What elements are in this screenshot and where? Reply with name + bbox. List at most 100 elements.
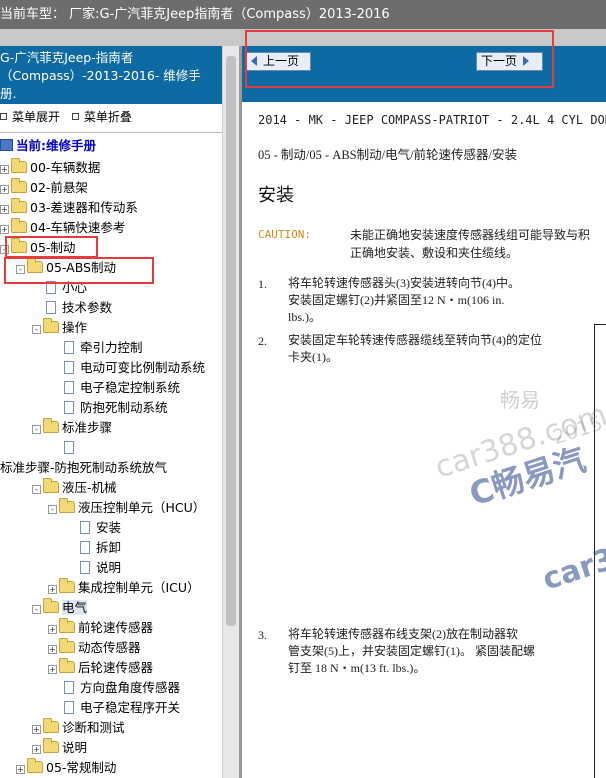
caution-label: CAUTION: xyxy=(258,228,311,241)
collapse-minus-icon[interactable]: - xyxy=(32,325,41,334)
tree-item-electrical[interactable]: - 电气 xyxy=(32,598,88,618)
tree-item-sas[interactable]: 方向盘角度传感器 xyxy=(64,678,180,698)
tree-item-specs[interactable]: 技术参数 xyxy=(46,298,112,318)
collapse-minus-icon[interactable]: - xyxy=(16,265,25,274)
collapse-minus-icon[interactable]: - xyxy=(32,485,41,494)
expand-plus-icon[interactable]: + xyxy=(32,745,41,754)
figure-frame xyxy=(594,324,606,778)
folder-icon xyxy=(27,758,43,773)
tree-item-03[interactable]: +03-差速器和传动系 xyxy=(0,198,138,218)
folder-icon xyxy=(59,658,75,673)
expand-all-button[interactable]: 菜单展开 xyxy=(0,108,60,125)
tree-item-traction[interactable]: 牵引力控制 xyxy=(64,338,143,358)
collapse-icon xyxy=(71,113,79,120)
tree-item-standard[interactable]: - 标准步骤 xyxy=(32,418,112,438)
tree-item-00[interactable]: +00-车辆数据 xyxy=(0,158,100,178)
tree-item-rear-wss[interactable]: + 后轮速传感器 xyxy=(48,658,153,678)
sidebar-divider xyxy=(0,132,222,133)
collapse-all-button[interactable]: 菜单折叠 xyxy=(71,108,132,125)
collapse-minus-icon[interactable]: - xyxy=(48,505,57,514)
tree-item-standard-doc[interactable] xyxy=(64,438,80,458)
folder-open-icon xyxy=(11,238,27,253)
tree-item-hcu-desc[interactable]: 说明 xyxy=(80,558,121,578)
tree-item-05-abs[interactable]: -05-ABS制动 xyxy=(16,258,116,278)
tree-item-esp-switch[interactable]: 电子稳定程序开关 xyxy=(64,698,180,718)
sidebar: G-广汽菲克Jeep-指南者 （Compass）-2013-2016- 维修手 … xyxy=(0,46,222,778)
folder-open-icon xyxy=(59,498,75,513)
folder-icon xyxy=(43,718,59,733)
tree-item-front-wss[interactable]: + 前轮速传感器 xyxy=(48,618,153,638)
expand-plus-icon[interactable]: + xyxy=(0,205,9,214)
document-page: 2014 - MK - JEEP COMPASS-PATRIOT - 2.4L … xyxy=(242,102,606,778)
tree-item-icu[interactable]: + 集成控制单元（ICU） xyxy=(48,578,200,598)
tree-item-caution[interactable]: 小心 xyxy=(46,278,87,298)
tree-item-hcu-install[interactable]: 安装 xyxy=(80,518,121,538)
scrollbar-thumb[interactable] xyxy=(226,56,236,626)
prev-page-button[interactable]: 上一页 xyxy=(246,52,311,71)
tree-item-abs-system[interactable]: 防抱死制动系统 xyxy=(64,398,168,418)
tree-item-description[interactable]: + 说明 xyxy=(32,738,87,758)
collapse-minus-icon[interactable]: - xyxy=(32,425,41,434)
step-text: 将车轮转速传感器头(3)安装进转向节(4)中。 安装固定螺钉(2)并紧固至12 … xyxy=(288,276,520,324)
watermark: 畅易 xyxy=(500,388,540,412)
tree-item-bleed[interactable]: 标准步骤-防抱死制动系统放气 xyxy=(0,458,167,478)
content-panel: 上一页 下一页 2014 - MK - JEEP COMPASS-PATRIOT… xyxy=(242,46,606,778)
folder-icon xyxy=(43,738,59,753)
arrow-right-icon xyxy=(523,56,530,66)
collapse-minus-icon[interactable]: - xyxy=(32,605,41,614)
document-icon xyxy=(64,361,74,374)
next-page-button[interactable]: 下一页 xyxy=(476,52,543,71)
step-number: 3. xyxy=(258,628,267,642)
folder-icon xyxy=(11,218,27,233)
tree-item-dynamic-sensor[interactable]: + 动态传感器 xyxy=(48,638,141,658)
step-text: 将车轮转速传感器布线支架(2)放在制动器软 管支架(5)上，并安装固定螺钉(1)… xyxy=(288,627,535,675)
title-strip xyxy=(0,29,606,46)
document-icon xyxy=(64,401,74,414)
tree-item-hcu-remove[interactable]: 拆卸 xyxy=(80,538,121,558)
expand-plus-icon[interactable]: + xyxy=(16,765,25,774)
doc-section-title: 安装 xyxy=(258,185,294,205)
document-icon xyxy=(64,381,74,394)
folder-open-icon xyxy=(43,478,59,493)
document-icon xyxy=(64,681,74,694)
document-icon xyxy=(64,441,74,454)
tree-item-05[interactable]: -05-制动 xyxy=(0,238,75,258)
tree-item-hydraulic[interactable]: - 液压-机械 xyxy=(32,478,117,498)
tree-item-04[interactable]: +04-车辆快速参考 xyxy=(0,218,125,238)
sidebar-actions: 菜单展开 菜单折叠 xyxy=(0,108,222,126)
collapse-minus-icon[interactable]: - xyxy=(0,245,9,254)
step-number: 2. xyxy=(258,334,267,348)
expand-plus-icon[interactable]: + xyxy=(32,725,41,734)
folder-open-icon xyxy=(43,598,59,613)
expand-icon xyxy=(0,113,7,120)
tree-item-evbp[interactable]: 电动可变比例制动系统 xyxy=(64,358,205,378)
sidebar-scrollbar[interactable] xyxy=(222,46,239,778)
tree-item-05-conventional[interactable]: +05-常规制动 xyxy=(16,758,116,778)
expand-plus-icon[interactable]: + xyxy=(48,645,57,654)
document-icon xyxy=(46,301,56,314)
page-nav-bar: 上一页 下一页 xyxy=(242,46,606,102)
folder-icon xyxy=(59,618,75,633)
tree-item-hcu[interactable]: - 液压控制单元（HCU） xyxy=(48,498,205,518)
expand-plus-icon[interactable]: + xyxy=(0,225,9,234)
tree-item-operation[interactable]: - 操作 xyxy=(32,318,87,338)
expand-plus-icon[interactable]: + xyxy=(0,185,9,194)
folder-icon xyxy=(59,638,75,653)
caution-text-line-2: 正确地安装、敷设和夹住缆线。 xyxy=(350,246,519,260)
tree-item-02[interactable]: +02-前悬架 xyxy=(0,178,88,198)
expand-plus-icon[interactable]: + xyxy=(0,165,9,174)
tree-current[interactable]: 当前:维修手册 xyxy=(0,136,96,156)
document-icon xyxy=(80,521,90,534)
step-text: 安装固定车轮转速传感器缆线至转向节(4)的定位 卡夹(1)。 xyxy=(288,333,542,364)
expand-plus-icon[interactable]: + xyxy=(48,625,57,634)
document-icon xyxy=(46,281,56,294)
tree-item-esc[interactable]: 电子稳定控制系统 xyxy=(64,378,180,398)
expand-plus-icon[interactable]: + xyxy=(48,585,57,594)
folder-open-icon xyxy=(27,258,43,273)
expand-plus-icon[interactable]: + xyxy=(48,665,57,674)
caution-text-line-1: 未能正确地安装速度传感器线组可能导致与积 xyxy=(350,228,591,242)
doc-breadcrumb: 05 - 制动/05 - ABS制动/电气/前轮速传感器/安装 xyxy=(258,148,518,162)
manual-book-icon xyxy=(0,139,13,151)
folder-icon xyxy=(11,158,27,173)
tree-item-diagnostics[interactable]: + 诊断和测试 xyxy=(32,718,125,738)
